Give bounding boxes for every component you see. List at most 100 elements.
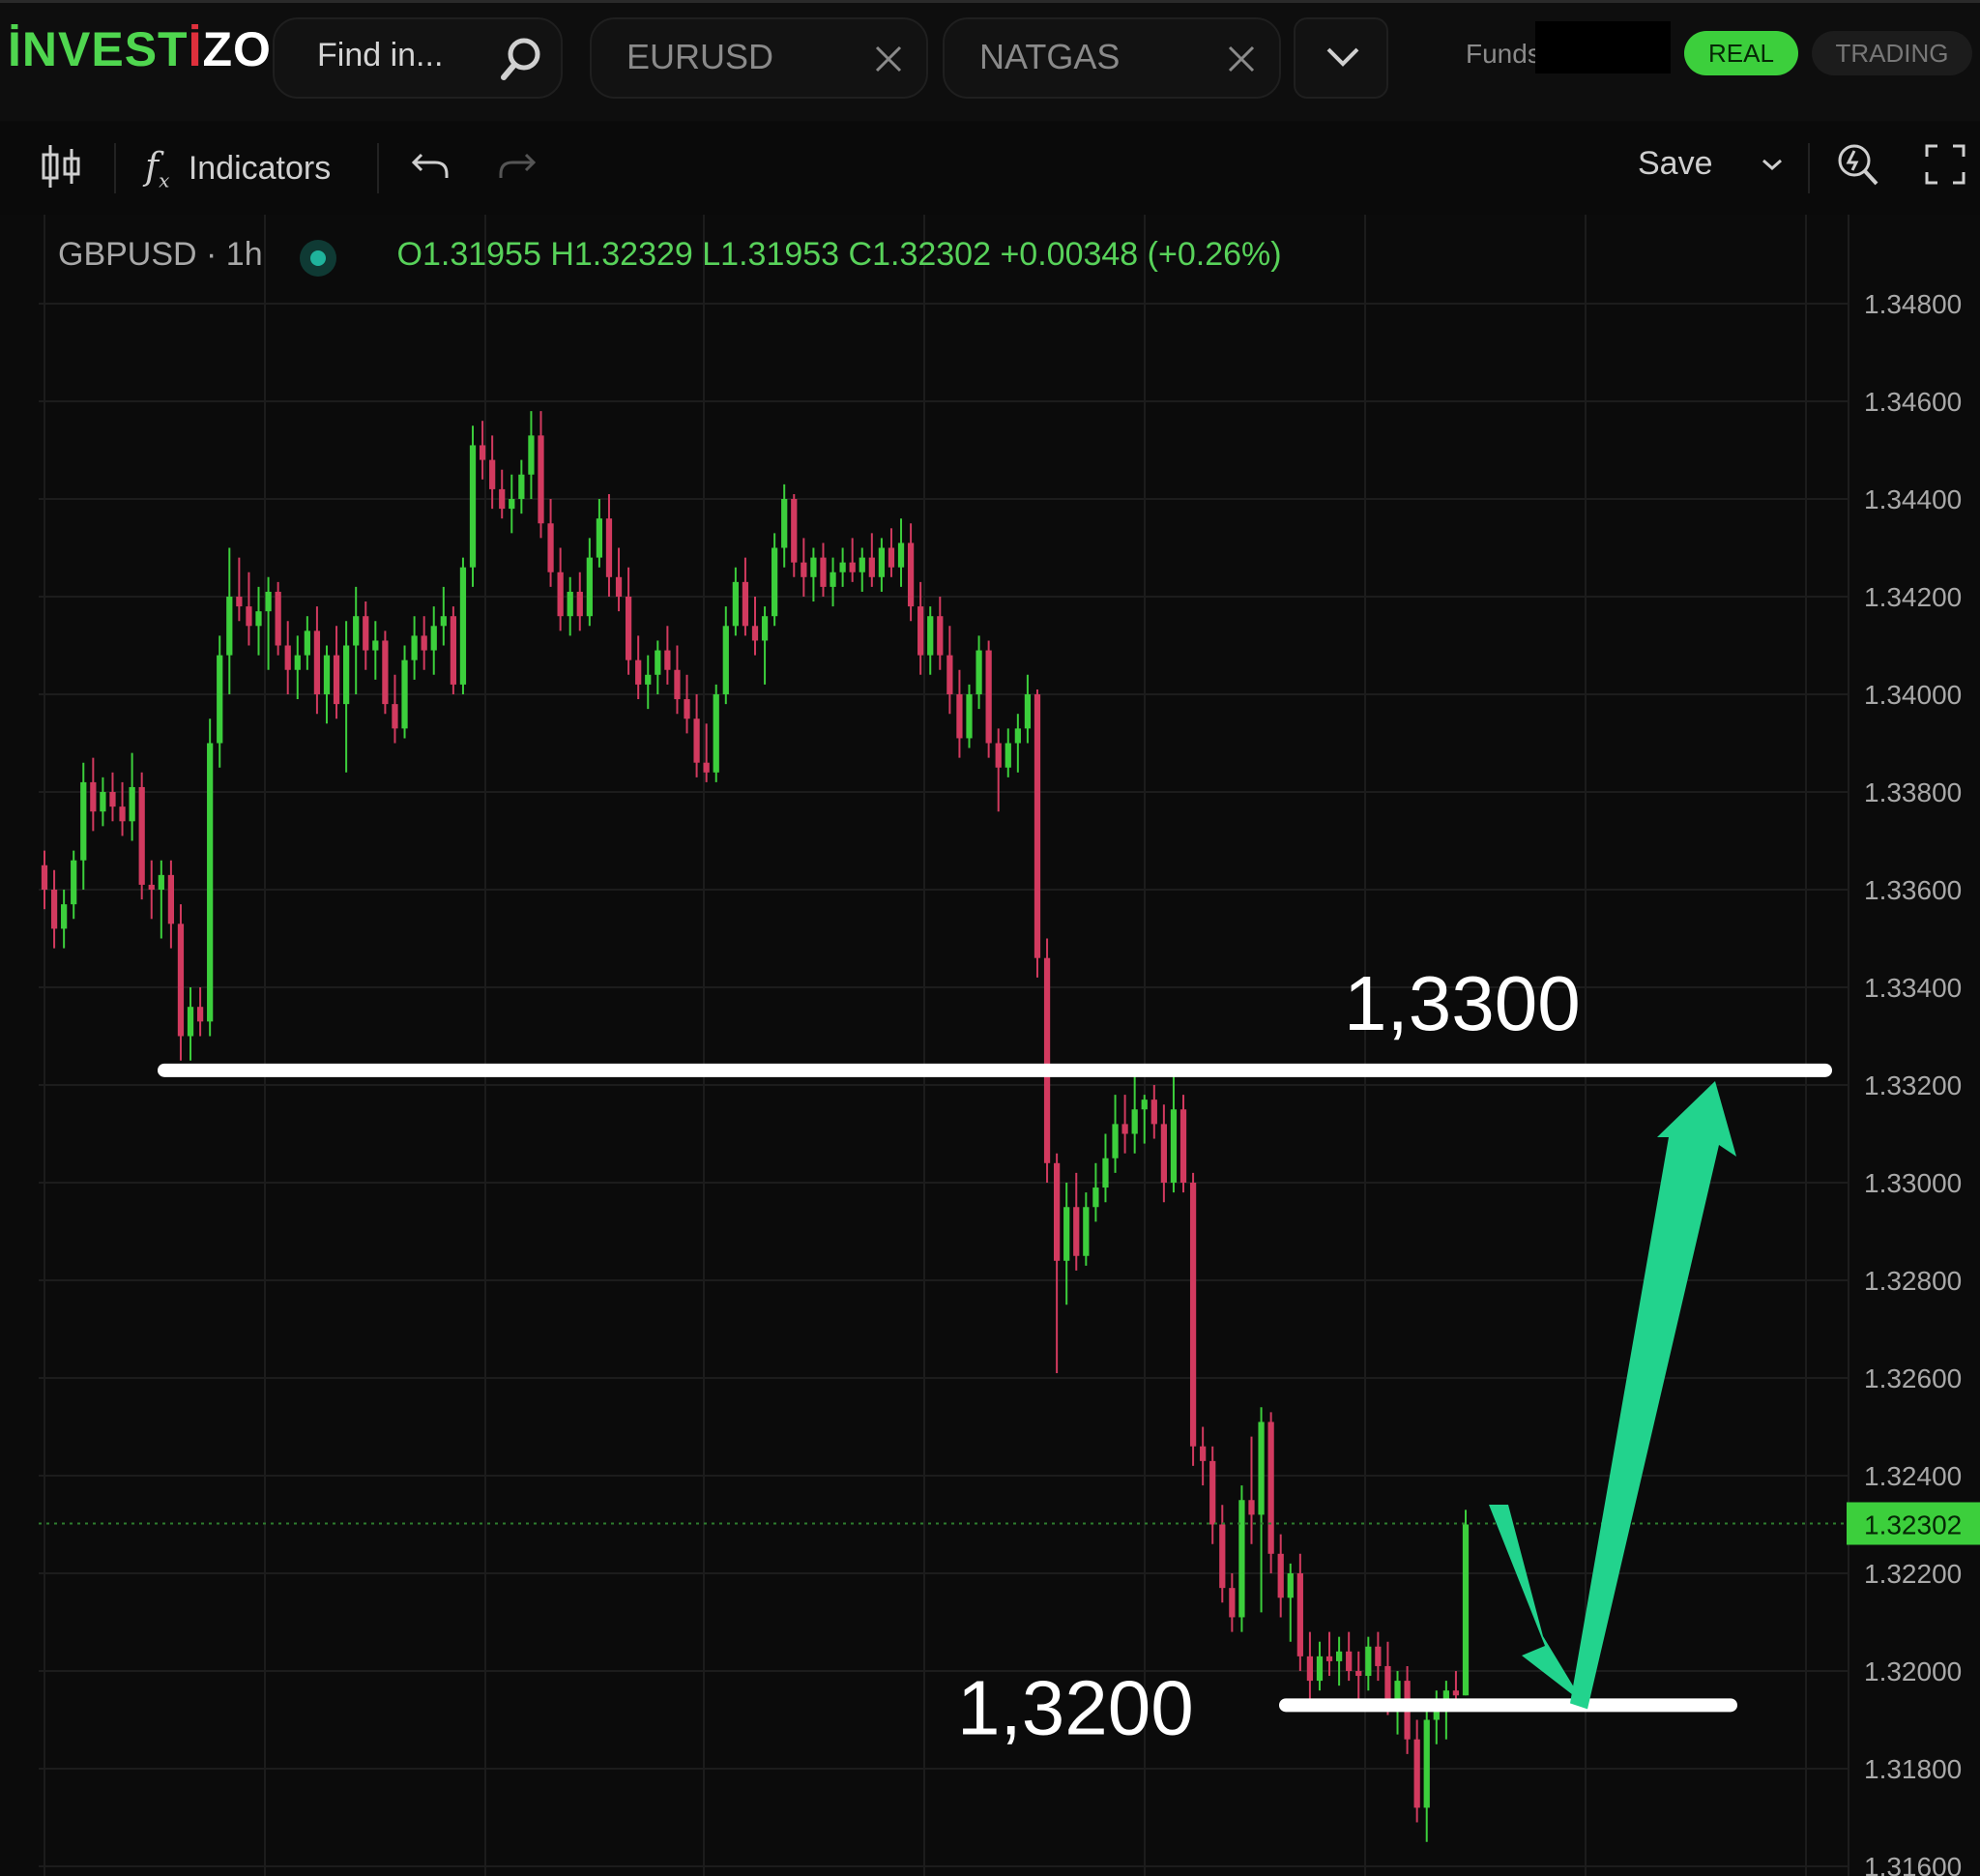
redo-icon[interactable] bbox=[495, 147, 538, 186]
candle-body bbox=[1034, 694, 1041, 958]
candle bbox=[1423, 1700, 1430, 1842]
candle bbox=[859, 547, 865, 592]
candle bbox=[1014, 714, 1021, 773]
candle bbox=[313, 606, 321, 715]
candle-body bbox=[479, 445, 486, 460]
candle bbox=[888, 528, 895, 577]
candle bbox=[664, 626, 671, 685]
candle bbox=[1063, 1183, 1070, 1305]
candle-body bbox=[791, 499, 798, 563]
candle-body bbox=[859, 557, 865, 572]
search-box[interactable]: Find in... bbox=[273, 17, 563, 99]
candle-body bbox=[294, 655, 301, 670]
candle bbox=[421, 616, 427, 670]
candlestick-type-icon[interactable] bbox=[39, 141, 83, 191]
candle bbox=[1248, 1436, 1255, 1544]
candle bbox=[1209, 1446, 1216, 1544]
candle bbox=[217, 635, 223, 768]
candle-body bbox=[1112, 1124, 1119, 1158]
candle bbox=[849, 538, 856, 582]
candle bbox=[1306, 1631, 1314, 1706]
candle bbox=[1024, 674, 1032, 744]
investizo-logo[interactable]: İNVESTİZO bbox=[8, 21, 272, 77]
indicators-button[interactable]: fx Indicators bbox=[145, 145, 331, 192]
candle bbox=[528, 411, 535, 499]
trading-mode-button[interactable]: TRADING bbox=[1812, 31, 1972, 75]
candle bbox=[353, 586, 360, 694]
candle bbox=[1219, 1505, 1226, 1603]
candle-body bbox=[1375, 1646, 1382, 1666]
symbol-label[interactable]: GBPUSD · 1h bbox=[58, 236, 263, 273]
candle-body bbox=[90, 781, 97, 812]
annotations: 1,3300 1,3200 bbox=[158, 960, 1832, 1750]
candle-body bbox=[1014, 728, 1021, 744]
candle-body bbox=[917, 606, 924, 656]
tab-natgas[interactable]: NATGAS bbox=[943, 17, 1281, 99]
candle bbox=[1325, 1631, 1333, 1677]
candle bbox=[489, 435, 496, 510]
candle bbox=[742, 557, 749, 636]
candle-body bbox=[1150, 1099, 1157, 1125]
candle-body bbox=[353, 616, 360, 646]
candle bbox=[937, 597, 944, 670]
high-value: H1.32329 bbox=[550, 236, 693, 273]
candle-body bbox=[489, 459, 496, 489]
candle bbox=[1102, 1133, 1109, 1203]
candle bbox=[509, 474, 515, 534]
candle-body bbox=[392, 704, 398, 729]
candle-body bbox=[1229, 1588, 1236, 1618]
candle bbox=[625, 567, 632, 675]
candle-body bbox=[255, 611, 262, 627]
candle-body bbox=[284, 645, 291, 670]
search-icon[interactable] bbox=[495, 35, 545, 85]
arrow-up-icon bbox=[1570, 1081, 1736, 1710]
candle bbox=[275, 581, 281, 656]
price-tick-label: 1.32000 bbox=[1864, 1656, 1962, 1686]
tab-eurusd[interactable]: EURUSD bbox=[590, 17, 928, 99]
candle bbox=[781, 484, 788, 568]
candle-body bbox=[538, 435, 544, 524]
candle-body bbox=[499, 488, 506, 510]
candle-body bbox=[849, 562, 856, 572]
candle-body bbox=[1462, 1524, 1470, 1696]
candle bbox=[167, 860, 175, 949]
candle bbox=[1258, 1407, 1265, 1613]
candle-body bbox=[217, 655, 223, 744]
search-input[interactable]: Find in... bbox=[317, 37, 443, 74]
candle-body bbox=[421, 635, 427, 651]
candle-body bbox=[1024, 694, 1032, 729]
candle bbox=[1141, 1095, 1148, 1144]
candle bbox=[430, 606, 437, 675]
candle bbox=[956, 669, 963, 758]
candle-body bbox=[196, 1007, 204, 1022]
close-icon[interactable] bbox=[1225, 43, 1258, 75]
candle-body bbox=[1346, 1651, 1353, 1671]
real-mode-button[interactable]: REAL bbox=[1684, 31, 1798, 75]
function-icon: fx bbox=[145, 145, 170, 192]
candle-body bbox=[1287, 1573, 1294, 1598]
candle-body bbox=[1306, 1656, 1314, 1682]
price-tick-label: 1.31600 bbox=[1864, 1852, 1962, 1876]
chevron-down-icon[interactable] bbox=[1760, 155, 1785, 174]
more-tabs-button[interactable] bbox=[1294, 17, 1388, 99]
candle bbox=[722, 606, 729, 705]
candle bbox=[119, 781, 126, 836]
price-tick-label: 1.33000 bbox=[1864, 1168, 1962, 1198]
candle bbox=[878, 538, 886, 592]
candle-body bbox=[1102, 1158, 1109, 1188]
candle bbox=[1043, 938, 1051, 1183]
price-chart[interactable]: 1.34800 1.34600 1.34400 1.34200 1.34000 1.338… bbox=[0, 215, 1980, 1876]
candle-body bbox=[615, 576, 623, 597]
undo-icon[interactable] bbox=[410, 147, 452, 186]
candle bbox=[196, 987, 204, 1037]
fullscreen-icon[interactable] bbox=[1924, 143, 1966, 186]
save-button[interactable]: Save bbox=[1638, 145, 1713, 183]
close-icon[interactable] bbox=[872, 43, 905, 75]
zoom-icon[interactable] bbox=[1833, 139, 1881, 190]
low-value: L1.31953 bbox=[702, 236, 840, 273]
price-axis: 1.34800 1.34600 1.34400 1.34200 1.34000 1.338… bbox=[39, 289, 1980, 1876]
candle-body bbox=[839, 562, 846, 572]
candle-body bbox=[878, 547, 886, 577]
candle-body bbox=[907, 542, 915, 607]
candle-body bbox=[927, 616, 934, 656]
